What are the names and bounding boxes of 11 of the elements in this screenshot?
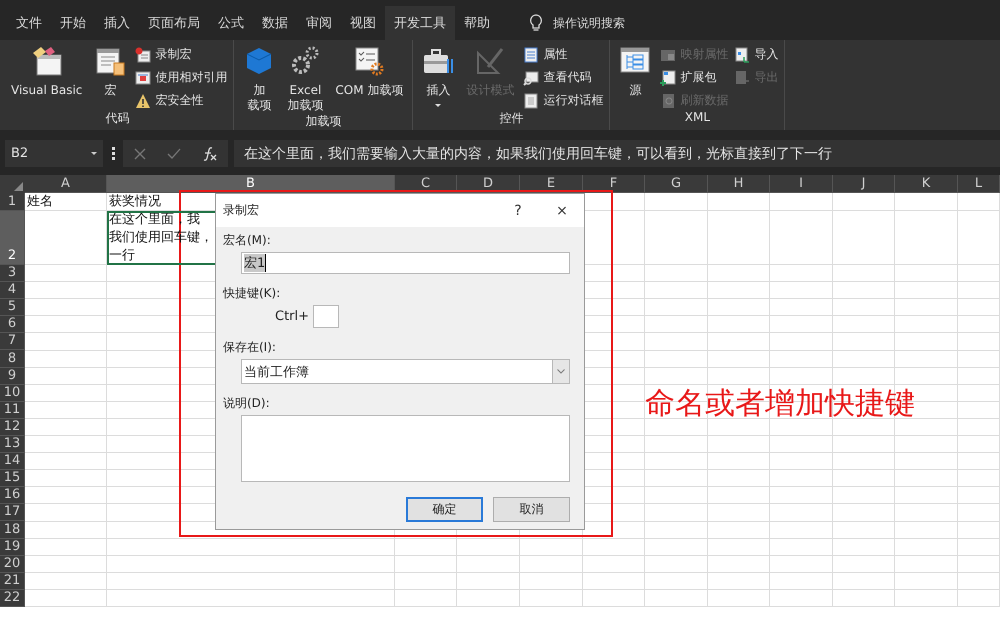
field-label: 宏名(M):: [223, 233, 271, 247]
field-label: 保存在(I):: [223, 340, 276, 354]
group-label: 代码: [106, 110, 130, 127]
group-label: 加载项: [305, 113, 342, 130]
field-label: 快捷键(K):: [223, 286, 280, 300]
annotation-text: 命名或者增加快捷键: [645, 385, 915, 423]
group-label: 控件: [499, 110, 524, 127]
field-label: 说明(D):: [223, 396, 270, 410]
shortcut-prefix: Ctrl+: [275, 309, 310, 324]
group-label: XML: [684, 110, 710, 126]
dialog-title: 录制宏: [223, 202, 260, 219]
